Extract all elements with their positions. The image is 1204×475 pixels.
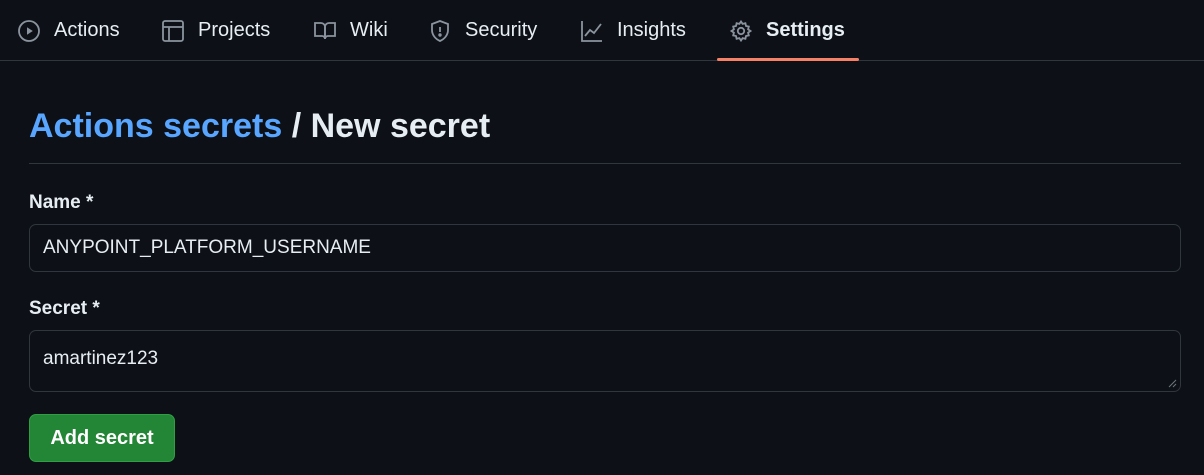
name-input[interactable]: ANYPOINT_PLATFORM_USERNAME — [29, 224, 1181, 272]
tab-projects-label: Projects — [198, 19, 271, 41]
tab-wiki-label: Wiki — [350, 19, 388, 41]
book-icon — [313, 19, 337, 43]
resize-grip-icon[interactable] — [1167, 378, 1177, 388]
name-label: Name * — [29, 192, 94, 213]
repo-nav: Actions Projects Wiki Security Insights … — [0, 0, 1204, 61]
tab-insights-label: Insights — [617, 19, 686, 41]
secret-textarea[interactable]: amartinez123 — [29, 330, 1181, 392]
graph-icon — [580, 19, 604, 43]
tab-settings[interactable]: Settings — [729, 0, 845, 61]
tab-actions[interactable]: Actions — [17, 0, 120, 61]
secret-textarea-value: amartinez123 — [43, 348, 159, 369]
title-divider — [29, 163, 1181, 164]
tab-settings-label: Settings — [766, 19, 845, 41]
tab-security[interactable]: Security — [428, 0, 537, 61]
breadcrumb-separator: / — [291, 107, 302, 145]
gear-icon — [729, 19, 753, 43]
tab-security-label: Security — [465, 19, 538, 41]
secret-label: Secret * — [29, 298, 100, 319]
tab-wiki[interactable]: Wiki — [313, 0, 388, 61]
name-input-value: ANYPOINT_PLATFORM_USERNAME — [43, 237, 371, 258]
tab-insights[interactable]: Insights — [580, 0, 686, 61]
breadcrumb-actions-secrets[interactable]: Actions secrets — [29, 107, 282, 145]
page-title: Actions secrets / New secret — [29, 104, 490, 148]
breadcrumb-current: New secret — [310, 107, 491, 145]
play-icon — [17, 19, 41, 43]
tab-projects[interactable]: Projects — [161, 0, 270, 61]
active-tab-indicator — [717, 58, 859, 61]
add-secret-button[interactable]: Add secret — [29, 414, 175, 462]
tab-actions-label: Actions — [54, 19, 120, 41]
table-icon — [161, 19, 185, 43]
shield-icon — [428, 19, 452, 43]
